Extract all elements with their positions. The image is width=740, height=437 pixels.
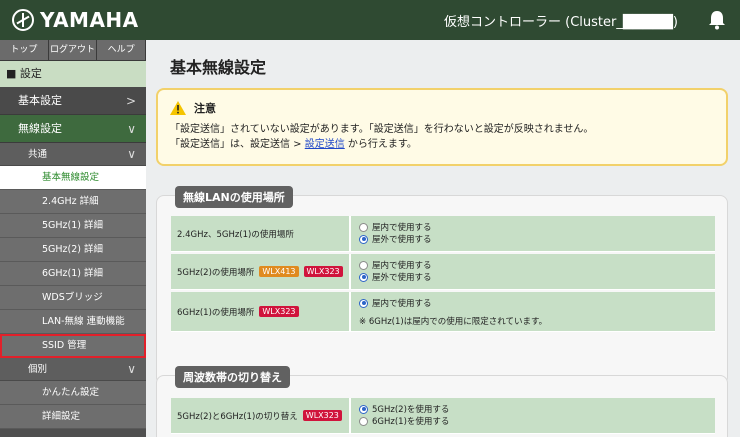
- row-label-text: 5GHz(2)と6GHz(1)の切り替え: [177, 411, 298, 422]
- model-badge-wlx323: WLX323: [302, 410, 342, 421]
- main-content: 基本無線設定 注意 「設定送信」されていない設定があります。「設定送信」を行わな…: [146, 40, 740, 437]
- yamaha-emblem-icon: [12, 9, 34, 31]
- model-badge-wlx413: WLX413: [259, 266, 299, 277]
- row-band-switch: 5GHz(2)と6GHz(1)の切り替え WLX323 5GHz(2)を使用する…: [171, 398, 715, 434]
- option-indoor[interactable]: 屋内で使用する: [359, 297, 707, 309]
- option-label: 屋内で使用する: [372, 223, 432, 233]
- radio-indoor[interactable]: [359, 222, 368, 232]
- option-label: 5GHz(2)を使用する: [372, 405, 450, 415]
- section-title-usage-location: 無線LANの使用場所: [175, 186, 293, 208]
- sidebar-group-individual[interactable]: 個別 ∨: [0, 358, 146, 381]
- usage-location-card: 無線LANの使用場所 2.4GHz、5GHz(1)の使用場所 屋内で使用する 屋…: [156, 186, 728, 385]
- option-outdoor[interactable]: 屋外で使用する: [359, 233, 707, 245]
- sidebar-item-5ghz2-detail[interactable]: 5GHz(2) 詳細: [0, 238, 146, 262]
- sidebar: トップ ログアウト ヘルプ ■ 設定 基本設定 > 無線設定 ∨ 共通 ∨ 基本…: [0, 40, 147, 437]
- row-24-5ghz1-location: 2.4GHz、5GHz(1)の使用場所 屋内で使用する 屋外で使用する: [171, 216, 715, 252]
- sidebar-item-lan-wireless-link[interactable]: LAN-無線 連動機能: [0, 310, 146, 334]
- sidebar-item-label: 共通: [28, 149, 48, 160]
- band-switch-card: 周波数帯の切り替え 5GHz(2)と6GHz(1)の切り替え WLX323 5G…: [156, 366, 728, 437]
- option-indoor[interactable]: 屋内で使用する: [359, 259, 707, 271]
- sidebar-item-24ghz-detail[interactable]: 2.4GHz 詳細: [0, 190, 146, 214]
- warning-icon: [170, 101, 186, 115]
- radio-6ghz1[interactable]: [359, 416, 368, 426]
- sidebar-item-label: 無線設定: [18, 122, 62, 135]
- indoor-only-note: ※ 6GHz(1)は屋内での使用に限定されています。: [359, 317, 548, 327]
- row-options: 屋内で使用する ※ 6GHz(1)は屋内での使用に限定されています。: [349, 292, 715, 331]
- row-label: 5GHz(2)と6GHz(1)の切り替え WLX323: [171, 398, 349, 433]
- radio-outdoor[interactable]: [359, 272, 368, 282]
- send-settings-link[interactable]: 設定送信: [305, 139, 345, 150]
- row-5ghz2-location: 5GHz(2)の使用場所 WLX413 WLX323 屋内で使用する 屋外で使用…: [171, 254, 715, 290]
- sidebar-item-label: 基本設定: [18, 94, 62, 107]
- model-badge-wlx323: WLX323: [259, 306, 299, 317]
- option-outdoor[interactable]: 屋外で使用する: [359, 271, 707, 283]
- option-label: 屋外で使用する: [372, 273, 432, 283]
- radio-indoor[interactable]: [359, 298, 368, 308]
- notice-line-1: 「設定送信」されていない設定があります。「設定送信」を行わないと設定が反映されま…: [170, 124, 594, 135]
- model-badge-wlx323: WLX323: [303, 266, 343, 277]
- section-title-band-switch: 周波数帯の切り替え: [175, 366, 290, 388]
- notice-line-2: 「設定送信」は、設定送信 > 設定送信 から行えます。: [170, 137, 714, 152]
- sidebar-item-wireless-settings[interactable]: 無線設定 ∨: [0, 115, 146, 143]
- row-label-text: 5GHz(2)の使用場所: [177, 267, 255, 278]
- tab-help[interactable]: ヘルプ: [97, 40, 147, 60]
- sidebar-item-basic-wireless[interactable]: 基本無線設定: [0, 166, 146, 190]
- controller-name: 仮想コントローラー (Cluster_█████): [444, 15, 678, 30]
- chevron-down-icon: ∨: [127, 122, 136, 136]
- notice-heading: 注意: [194, 102, 216, 115]
- brand-name: YAMAHA: [40, 8, 139, 32]
- row-options: 屋内で使用する 屋外で使用する: [349, 254, 715, 289]
- row-label-text: 6GHz(1)の使用場所: [177, 307, 255, 318]
- sidebar-item-basic-settings[interactable]: 基本設定 >: [0, 87, 146, 115]
- sidebar-item-advanced-settings[interactable]: 詳細設定: [0, 405, 146, 429]
- option-indoor[interactable]: 屋内で使用する: [359, 221, 707, 233]
- page-title: 基本無線設定: [170, 58, 267, 77]
- tab-top[interactable]: トップ: [0, 40, 49, 60]
- option-use-6ghz1[interactable]: 6GHz(1)を使用する: [359, 415, 707, 427]
- tab-logout[interactable]: ログアウト: [49, 40, 98, 60]
- radio-indoor[interactable]: [359, 260, 368, 270]
- row-label: 5GHz(2)の使用場所 WLX413 WLX323: [171, 254, 349, 289]
- radio-outdoor[interactable]: [359, 234, 368, 244]
- option-use-5ghz2[interactable]: 5GHz(2)を使用する: [359, 403, 707, 415]
- option-label: 屋内で使用する: [372, 261, 432, 271]
- row-label: 2.4GHz、5GHz(1)の使用場所: [171, 216, 349, 251]
- bell-icon[interactable]: [708, 10, 726, 30]
- sidebar-item-easy-settings[interactable]: かんたん設定: [0, 381, 146, 405]
- row-label: 6GHz(1)の使用場所 WLX323: [171, 292, 349, 331]
- option-label: 6GHz(1)を使用する: [372, 417, 450, 427]
- option-label: 屋内で使用する: [372, 299, 432, 309]
- chevron-down-icon: ∨: [127, 362, 136, 376]
- row-options: 5GHz(2)を使用する 6GHz(1)を使用する: [349, 398, 715, 433]
- radio-5ghz2[interactable]: [359, 404, 368, 414]
- notice-line-2-suffix: から行えます。: [344, 139, 417, 150]
- top-bar: YAMAHA 仮想コントローラー (Cluster_█████): [0, 0, 740, 40]
- chevron-right-icon: >: [125, 94, 136, 108]
- yamaha-logo[interactable]: YAMAHA: [12, 8, 139, 32]
- sidebar-group-common[interactable]: 共通 ∨: [0, 143, 146, 166]
- settings-section-header: ■ 設定: [0, 61, 146, 87]
- row-options: 屋内で使用する 屋外で使用する: [349, 216, 715, 251]
- sidebar-top-tabs: トップ ログアウト ヘルプ: [0, 40, 147, 61]
- row-6ghz1-location: 6GHz(1)の使用場所 WLX323 屋内で使用する ※ 6GHz(1)は屋内…: [171, 292, 715, 332]
- notice-line-2-prefix: 「設定送信」は、設定送信 >: [170, 139, 305, 150]
- sidebar-item-label: 個別: [28, 364, 48, 375]
- sidebar-item-6ghz1-detail[interactable]: 6GHz(1) 詳細: [0, 262, 146, 286]
- notice-box: 注意 「設定送信」されていない設定があります。「設定送信」を行わないと設定が反映…: [156, 88, 728, 166]
- sidebar-item-wds-bridge[interactable]: WDSブリッジ: [0, 286, 146, 310]
- sidebar-item-5ghz1-detail[interactable]: 5GHz(1) 詳細: [0, 214, 146, 238]
- option-label: 屋外で使用する: [372, 235, 432, 245]
- sidebar-item-ssid-management[interactable]: SSID 管理: [0, 334, 146, 358]
- chevron-down-icon: ∨: [127, 147, 136, 161]
